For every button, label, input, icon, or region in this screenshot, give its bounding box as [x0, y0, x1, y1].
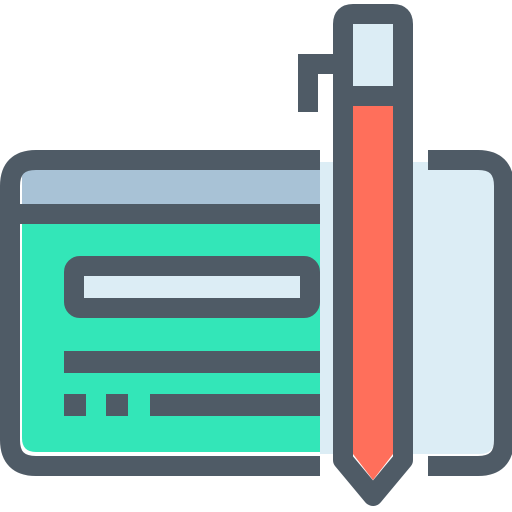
cheque-input-field [64, 256, 320, 318]
cheque-with-pen-icon [0, 4, 512, 506]
